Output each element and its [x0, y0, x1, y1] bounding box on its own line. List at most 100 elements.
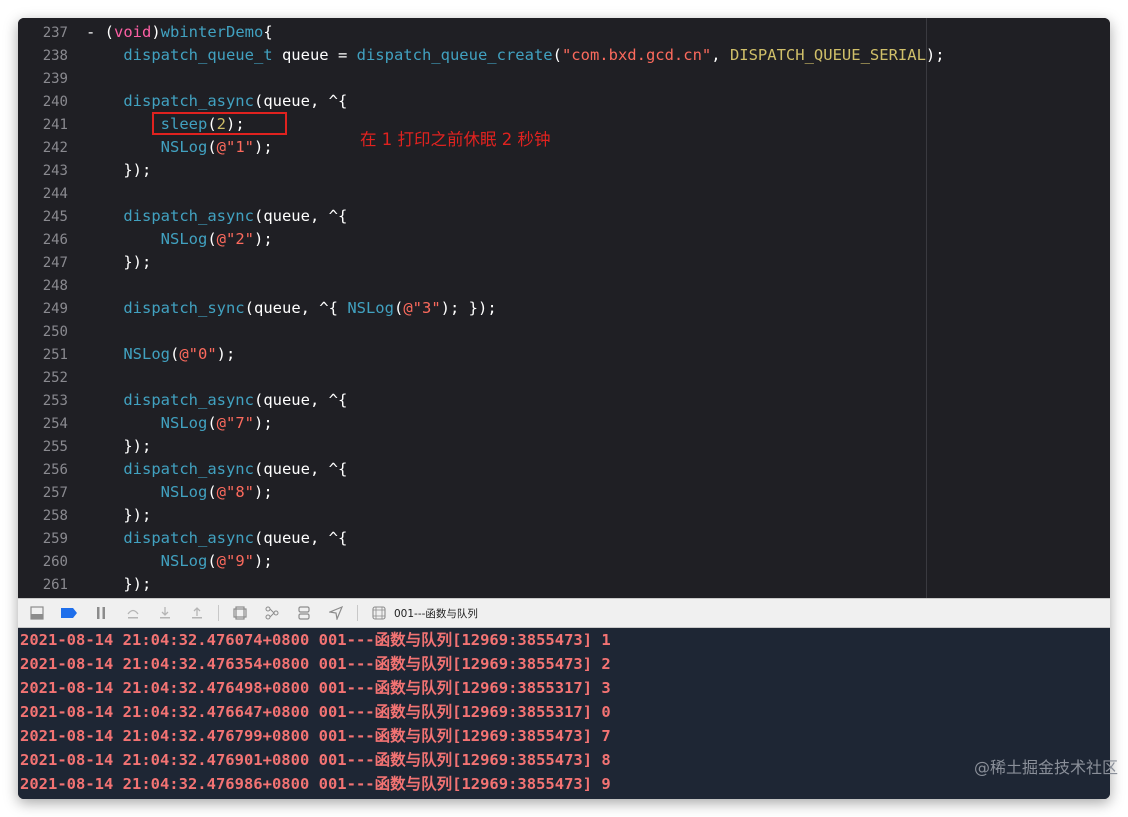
code-token: (queue, ^{	[253, 529, 348, 547]
step-into-icon[interactable]	[154, 602, 176, 624]
console-line: 2021-08-14 21:04:32.476647+0800 001---函数…	[20, 703, 611, 721]
code-token: @"0"	[179, 345, 217, 363]
code-line: 248	[18, 274, 1110, 297]
line-number: 247	[42, 255, 68, 271]
code-token: (queue, ^{	[253, 460, 348, 478]
code-token: dispatch_queue_t	[123, 46, 273, 64]
code-token: @"1"	[216, 138, 254, 156]
code-text: });	[86, 253, 151, 271]
code-text: dispatch_async(queue, ^{	[86, 529, 347, 547]
code-token: dispatch_async	[123, 391, 254, 409]
code-line: 240 dispatch_async(queue, ^{	[18, 90, 1110, 113]
line-number: 244	[42, 186, 68, 202]
code-token: (	[207, 138, 217, 156]
code-token: (	[207, 483, 217, 501]
code-token: @"3"	[403, 299, 441, 317]
code-text: - (void)wbinterDemo{	[86, 23, 273, 41]
step-over-icon[interactable]	[122, 602, 144, 624]
console-line: 2021-08-14 21:04:32.476354+0800 001---函数…	[20, 655, 611, 673]
app-target-icon	[368, 602, 390, 624]
code-token: )	[151, 23, 161, 41]
code-token: @"2"	[216, 230, 254, 248]
code-token: dispatch_async	[123, 92, 254, 110]
code-token: });	[86, 161, 152, 179]
code-text: dispatch_sync(queue, ^{ NSLog(@"3"); });	[86, 299, 496, 317]
line-number: 246	[42, 232, 68, 248]
code-line: 257 NSLog(@"8");	[18, 481, 1110, 504]
line-number: 239	[42, 71, 68, 87]
code-token: );	[254, 138, 273, 156]
line-number: 257	[42, 485, 68, 501]
location-icon[interactable]	[325, 602, 347, 624]
environment-icon[interactable]	[293, 602, 315, 624]
debug-toolbar: 001---函数与队列	[18, 598, 1110, 628]
code-line: 260 NSLog(@"9");	[18, 550, 1110, 573]
hide-console-icon[interactable]	[26, 602, 48, 624]
debug-target-label[interactable]: 001---函数与队列	[394, 606, 478, 621]
code-text: dispatch_async(queue, ^{	[86, 391, 347, 409]
code-editor[interactable]: 237- (void)wbinterDemo{238 dispatch_queu…	[18, 18, 1110, 598]
view-hierarchy-icon[interactable]	[229, 602, 251, 624]
code-token: });	[86, 253, 152, 271]
console-line: 2021-08-14 21:04:32.476799+0800 001---函数…	[20, 727, 611, 745]
code-token: dispatch_async	[123, 460, 254, 478]
watermark: @稀土掘金技术社区	[973, 758, 1118, 777]
code-token: wbinterDemo	[160, 23, 264, 41]
code-token: NSLog	[160, 230, 208, 248]
code-token: (	[552, 46, 562, 64]
code-line: 255 });	[18, 435, 1110, 458]
code-line: 244	[18, 182, 1110, 205]
code-token: (queue, ^{	[244, 299, 348, 317]
breakpoints-icon[interactable]	[58, 602, 80, 624]
code-token: );	[216, 345, 236, 363]
code-token: queue =	[272, 46, 357, 64]
code-token: (queue, ^{	[253, 207, 348, 225]
code-line: 237 - (void)wbinterDemo{	[18, 21, 1110, 44]
code-line: 250	[18, 320, 1110, 343]
code-text: NSLog(@"9");	[86, 552, 273, 570]
code-text: dispatch_async(queue, ^{	[86, 460, 347, 478]
code-token: DISPATCH_QUEUE_SERIAL	[729, 46, 926, 64]
console-line: 2021-08-14 21:04:32.476986+0800 001---函数…	[20, 775, 611, 793]
code-text: dispatch_async(queue, ^{	[86, 207, 347, 225]
code-token: });	[86, 575, 152, 593]
code-text: });	[86, 437, 151, 455]
code-token: "com.bxd.gcd.cn"	[561, 46, 712, 64]
line-number: 237	[42, 25, 68, 41]
memory-graph-icon[interactable]	[261, 602, 283, 624]
code-line: 254 NSLog(@"7");	[18, 412, 1110, 435]
code-line: 251 NSLog(@"0");	[18, 343, 1110, 366]
code-line: 249 dispatch_sync(queue, ^{ NSLog(@"3");…	[18, 297, 1110, 320]
code-token: {	[263, 23, 273, 41]
code-token: );	[254, 414, 273, 432]
code-text: NSLog(@"1");	[86, 138, 273, 156]
code-line: 256 dispatch_async(queue, ^{	[18, 458, 1110, 481]
line-number: 255	[42, 439, 68, 455]
code-token: (queue, ^{	[253, 391, 348, 409]
step-out-icon[interactable]	[186, 602, 208, 624]
console-line: 2021-08-14 21:04:32.476901+0800 001---函数…	[20, 751, 611, 769]
pause-icon[interactable]	[90, 602, 112, 624]
toolbar-separator	[218, 605, 219, 621]
line-number: 256	[42, 462, 68, 478]
code-token: (queue, ^{	[253, 92, 348, 110]
code-line: 239	[18, 67, 1110, 90]
code-token: );	[254, 552, 273, 570]
code-line: 245 dispatch_async(queue, ^{	[18, 205, 1110, 228]
line-number: 243	[42, 163, 68, 179]
code-token: NSLog	[160, 483, 208, 501]
console-output[interactable]: 2021-08-14 21:04:32.476074+0800 001---函数…	[18, 628, 1110, 799]
code-token: - (	[86, 23, 114, 41]
line-number: 250	[42, 324, 68, 340]
code-token: );	[254, 230, 273, 248]
code-line: 246 NSLog(@"2");	[18, 228, 1110, 251]
